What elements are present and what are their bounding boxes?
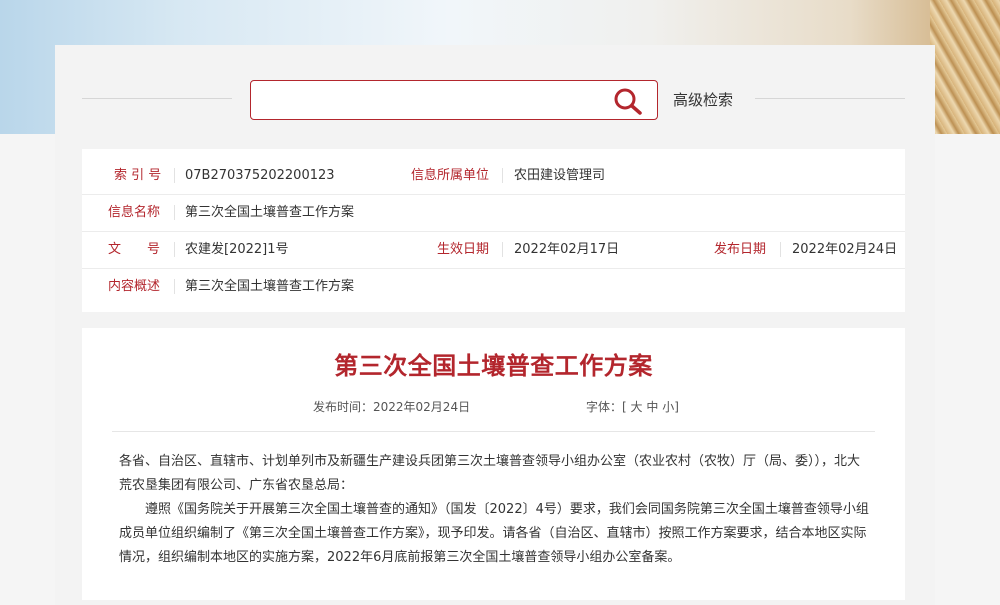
separator (780, 242, 781, 257)
info-row-docno: 文 号 农建发[2022]1号 生效日期 2022年02月17日 发布日期 20… (82, 231, 905, 269)
search-box[interactable] (250, 80, 658, 120)
search-icon[interactable] (612, 86, 644, 116)
advanced-search-link[interactable]: 高级检索 (673, 89, 733, 110)
document-info-panel: 索 引 号 07B270375202200123 信息所属单位 农田建设管理司 … (82, 149, 905, 312)
article-panel: 第三次全国土壤普查工作方案 发布时间：2022年02月24日 字体：[ 大 中 … (82, 328, 905, 600)
separator (174, 205, 175, 220)
publish-time: 发布时间：2022年02月24日 (313, 400, 471, 414)
name-label: 信息名称 (108, 205, 161, 220)
effective-date-value: 2022年02月17日 (514, 242, 620, 257)
search-input[interactable] (261, 81, 615, 119)
paragraph-line: 各省、自治区、直辖市、计划单列市及新疆生产建设兵团第三次土壤普查领导小组办公室（… (119, 454, 861, 469)
paragraph-line: 荒农垦集团有限公司、广东省农垦总局： (119, 478, 354, 493)
docno-label: 文 号 (108, 242, 161, 257)
article-divider (112, 431, 875, 432)
separator (174, 168, 175, 183)
publish-date-label: 发布日期 (714, 242, 767, 257)
article-paragraph-1: 各省、自治区、直辖市、计划单列市及新疆生产建设兵团第三次土壤普查领导小组办公室（… (119, 450, 879, 498)
font-size-large[interactable]: 大 (631, 400, 643, 414)
separator (174, 242, 175, 257)
info-row-index: 索 引 号 07B270375202200123 信息所属单位 农田建设管理司 (82, 157, 905, 195)
paragraph-line: 遵照《国务院关于开展第三次全国土壤普查的通知》（国发〔2022〕4号）要求，我们… (119, 502, 869, 517)
separator (502, 168, 503, 183)
font-size-label: 字体：[ (586, 400, 627, 414)
font-size-small[interactable]: 小 (662, 400, 674, 414)
search-divider-left (82, 98, 232, 99)
index-value: 07B270375202200123 (185, 168, 335, 183)
search-divider-right (755, 98, 905, 99)
org-value: 农田建设管理司 (514, 168, 606, 183)
org-label: 信息所属单位 (411, 168, 490, 183)
paragraph-line: 成员单位组织编制了《第三次全国土壤普查工作方案》，现予印发。请各省（自治区、直辖… (119, 526, 867, 541)
separator (174, 279, 175, 294)
summary-label: 内容概述 (108, 279, 161, 294)
font-size-controls: 字体：[ 大 中 小] (586, 398, 679, 415)
article-paragraph-2: 遵照《国务院关于开展第三次全国土壤普查的通知》（国发〔2022〕4号）要求，我们… (119, 498, 879, 570)
separator (502, 242, 503, 257)
paragraph-line: 情况，组织编制本地区的实施方案，2022年6月底前报第三次全国土壤普查领导小组办… (119, 550, 681, 565)
docno-value: 农建发[2022]1号 (185, 242, 289, 257)
font-size-bracket: ] (674, 400, 679, 414)
info-row-name: 信息名称 第三次全国土壤普查工作方案 (82, 194, 905, 232)
info-row-summary: 内容概述 第三次全国土壤普查工作方案 (82, 268, 905, 305)
name-value: 第三次全国土壤普查工作方案 (185, 205, 355, 220)
article-title: 第三次全国土壤普查工作方案 (334, 352, 653, 380)
index-label: 索 引 号 (114, 168, 162, 183)
summary-value: 第三次全国土壤普查工作方案 (185, 279, 355, 294)
font-size-medium[interactable]: 中 (646, 400, 658, 414)
effective-date-label: 生效日期 (437, 242, 490, 257)
publish-date-value: 2022年02月24日 (792, 242, 898, 257)
